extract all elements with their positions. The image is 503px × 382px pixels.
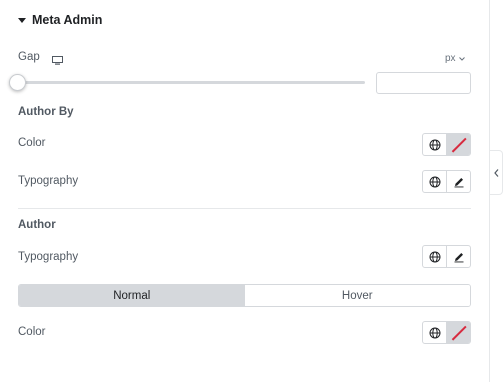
section-divider [18, 208, 471, 209]
gap-label: Gap [18, 51, 40, 63]
color-swatch-none[interactable] [446, 134, 470, 155]
state-tabs: Normal Hover [18, 284, 471, 307]
section-toggle-meta-admin[interactable]: Meta Admin [18, 13, 102, 27]
author-typography-label: Typography [18, 251, 79, 263]
globe-icon[interactable] [423, 171, 446, 192]
color-swatch-none[interactable] [446, 322, 470, 343]
pencil-icon[interactable] [446, 171, 470, 192]
settings-panel: Meta Admin Gap px Author By Color Typogr… [0, 0, 490, 382]
author-by-color-control [422, 133, 471, 156]
author-by-typography-label: Typography [18, 175, 79, 187]
author-color-control [422, 321, 471, 344]
globe-icon[interactable] [423, 322, 446, 343]
author-by-typography-control [422, 170, 471, 193]
globe-icon[interactable] [423, 246, 446, 267]
section-title: Meta Admin [32, 13, 103, 27]
gap-slider-track[interactable] [18, 81, 365, 84]
panel-collapse-toggle[interactable] [490, 150, 503, 195]
author-by-heading: Author By [18, 106, 74, 118]
chevron-left-icon [493, 164, 499, 182]
caret-down-icon [18, 17, 26, 23]
pencil-icon[interactable] [446, 246, 470, 267]
chevron-down-icon [458, 53, 465, 64]
gap-input[interactable] [376, 72, 471, 94]
author-heading: Author [18, 219, 56, 231]
gap-slider-handle[interactable] [9, 74, 26, 91]
unit-selector[interactable]: px [445, 53, 465, 64]
author-typography-control [422, 245, 471, 268]
tab-normal[interactable]: Normal [19, 285, 245, 306]
desktop-icon[interactable] [52, 52, 63, 65]
globe-icon[interactable] [423, 134, 446, 155]
author-by-color-label: Color [18, 137, 46, 149]
tab-hover[interactable]: Hover [244, 285, 470, 306]
author-color-label: Color [18, 326, 46, 338]
unit-value: px [445, 53, 456, 64]
